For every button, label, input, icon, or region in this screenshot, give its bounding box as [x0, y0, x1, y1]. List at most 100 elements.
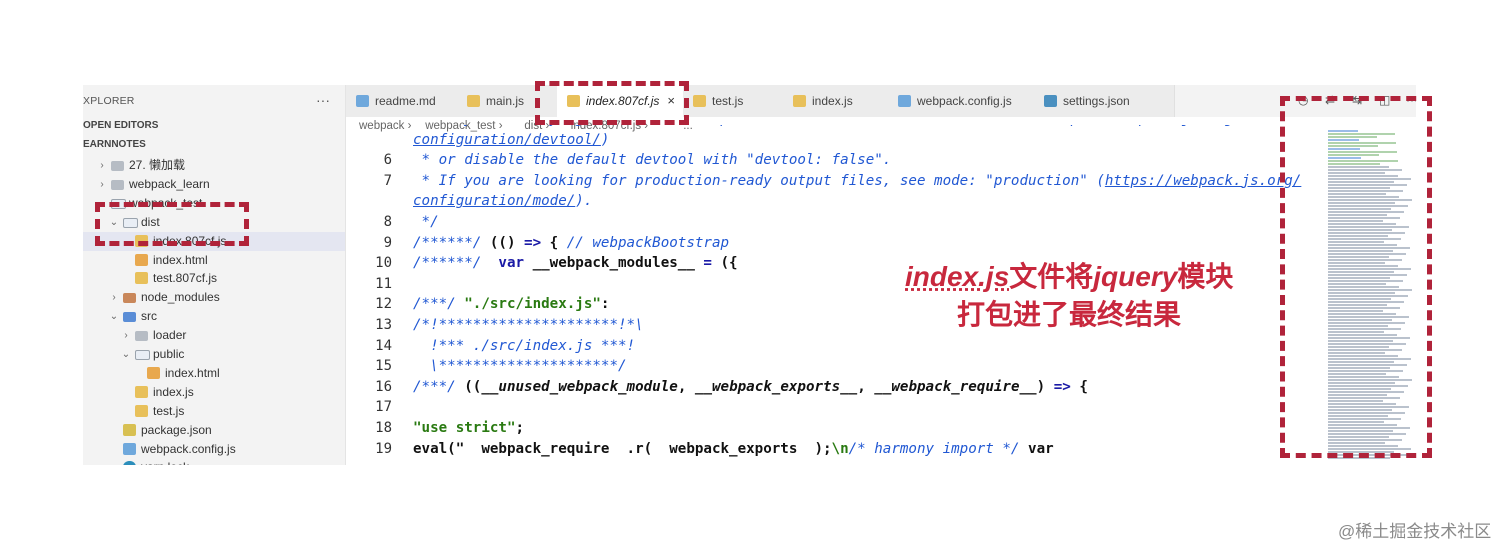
- annotation-line-1: index.js文件将jquery模块: [905, 255, 1233, 295]
- tree-item-label: yarn.lock: [141, 458, 189, 465]
- js-file-icon: [467, 95, 480, 107]
- code-line[interactable]: !*** ./src/index.js ***!: [413, 338, 635, 354]
- tab-label: test.js: [712, 94, 744, 108]
- tab[interactable]: settings.json: [1034, 85, 1175, 117]
- tree-item[interactable]: › webpack_learn: [83, 175, 345, 194]
- line-number: 11: [375, 275, 392, 292]
- workspace-section[interactable]: EARNNOTES: [83, 139, 146, 150]
- code-token: /***/: [413, 378, 465, 395]
- code-token: /******/: [413, 255, 499, 272]
- line-number: 7: [383, 172, 392, 189]
- tree-item[interactable]: webpack.config.js: [83, 440, 345, 459]
- code-token: /*!*********************!*\: [413, 317, 644, 333]
- code-line[interactable]: \*********************/: [413, 358, 626, 374]
- line-number: 13: [375, 317, 392, 333]
- line-number: 10: [375, 255, 392, 272]
- code-token: __webpack_require__: [874, 378, 1037, 395]
- watermark: @稀土掘金技术社区: [1338, 522, 1492, 541]
- tree-item[interactable]: yarn.lock: [83, 458, 345, 465]
- code-token: * If you are looking for production-read…: [413, 172, 1105, 189]
- code-token: https://webpack.js.org/: [1045, 125, 1241, 127]
- code-token: {: [1070, 378, 1088, 395]
- chevron-right-icon[interactable]: ›: [97, 175, 107, 194]
- tree-item[interactable]: ⌄ src: [83, 307, 345, 326]
- tree-item[interactable]: test.js: [83, 402, 345, 421]
- tab-bar: readme.md main.js index.807cf.js × test.js in…: [346, 85, 1416, 117]
- annotation-line-2: 打包进了最终结果: [957, 299, 1182, 330]
- open-editors-section[interactable]: OPEN EDITORS: [83, 120, 158, 131]
- js-file-icon: [135, 385, 148, 398]
- code-line[interactable]: /*!*********************!*\: [413, 317, 644, 333]
- tab-label: webpack.config.js: [917, 94, 1012, 108]
- tree-item-label: index.js: [153, 384, 194, 399]
- tree-item[interactable]: index.html: [83, 364, 345, 383]
- tree-item[interactable]: › node_modules: [83, 288, 345, 307]
- code-line[interactable]: * or disable the default devtool with "d…: [413, 152, 892, 168]
- annotation-text-b: 模块: [1177, 261, 1234, 292]
- code-line[interactable]: configuration/devtool/): [413, 132, 609, 148]
- line-number: 17: [375, 399, 392, 416]
- tab[interactable]: readme.md: [346, 85, 458, 117]
- code-token: /* harmony import */: [848, 440, 1020, 457]
- folder-icon: [135, 331, 148, 342]
- code-line[interactable]: /******/ (() => { // webpackBootstrap: [413, 235, 729, 251]
- tree-item-label: index.html: [165, 365, 220, 380]
- code-line[interactable]: configuration/mode/).: [413, 193, 592, 209]
- tree-item-label: 27. 懒加载: [129, 158, 186, 172]
- code-token: {: [541, 234, 567, 251]
- tab-label: index.js: [812, 94, 853, 108]
- code-token: =>: [524, 234, 542, 251]
- chevron-down-icon[interactable]: ⌄: [121, 345, 131, 364]
- code-line[interactable]: * If you are trying to read the output f…: [413, 125, 1242, 127]
- chevron-right-icon[interactable]: ›: [109, 288, 119, 307]
- code-line[interactable]: eval(" webpack_require .r( webpack_expor…: [413, 441, 1054, 457]
- highlight-file-box: [95, 202, 249, 246]
- explorer-more-button[interactable]: ···: [316, 92, 330, 108]
- code-token: /******/: [413, 234, 490, 251]
- code-line[interactable]: /******/ var __webpack_modules__ = ({: [413, 255, 738, 271]
- code-token: ).: [575, 193, 593, 210]
- code-line[interactable]: "use strict";: [413, 420, 524, 436]
- tab[interactable]: index.js: [783, 85, 889, 117]
- tree-item[interactable]: package.json: [83, 421, 345, 440]
- tree-item-label: test.807cf.js: [153, 271, 218, 286]
- code-line[interactable]: */: [413, 214, 439, 230]
- line-number: 16: [375, 378, 392, 395]
- tree-item[interactable]: index.js: [83, 383, 345, 402]
- code-line[interactable]: * If you are looking for production-read…: [413, 172, 1302, 189]
- tab[interactable]: webpack.config.js: [888, 85, 1035, 117]
- line-number: 6: [383, 152, 392, 169]
- tree-item[interactable]: test.807cf.js: [83, 269, 345, 288]
- annotation-index-js: index.js: [905, 261, 1010, 292]
- tree-item-label: webpack_learn: [129, 176, 210, 191]
- explorer-title: XPLORER: [83, 95, 135, 107]
- yarn-file-icon: [123, 461, 136, 465]
- tree-item-label: node_modules: [141, 290, 220, 305]
- code-editor[interactable]: 5 * If you are trying to read the output…: [346, 125, 1346, 465]
- tree-item-label: test.js: [153, 403, 185, 418]
- code-token: __webpack_exports__: [694, 378, 858, 395]
- tree-item[interactable]: index.html: [83, 251, 345, 270]
- code-token: ;: [515, 420, 525, 436]
- chevron-right-icon[interactable]: ›: [97, 156, 107, 175]
- tree-item[interactable]: › loader: [83, 326, 345, 345]
- annotation-text-a: 文件将: [1009, 261, 1094, 292]
- folder-icon: [111, 179, 124, 190]
- line-number: 15: [375, 358, 392, 375]
- code-line[interactable]: /***/ ((__unused_webpack_module, __webpa…: [413, 379, 1088, 395]
- tree-item[interactable]: › 27. 懒加载: [83, 156, 345, 175]
- code-line[interactable]: /***/ "./src/index.js":: [413, 296, 609, 312]
- tab-label: readme.md: [375, 94, 436, 108]
- chevron-right-icon[interactable]: ›: [121, 326, 131, 345]
- tab[interactable]: test.js: [683, 85, 784, 117]
- code-token: * If you are trying to read the output f…: [413, 125, 1046, 127]
- chevron-down-icon[interactable]: ⌄: [109, 307, 119, 326]
- code-token: "use strict": [413, 420, 516, 436]
- cfg-file-icon: [898, 95, 911, 107]
- code-token: ((): [489, 234, 525, 251]
- tree-item[interactable]: ⌄ public: [83, 345, 345, 364]
- html-file-icon: [135, 253, 148, 266]
- tab-label: main.js: [486, 94, 525, 108]
- tree-item-label: webpack.config.js: [141, 441, 236, 456]
- js-file-icon: [135, 272, 148, 285]
